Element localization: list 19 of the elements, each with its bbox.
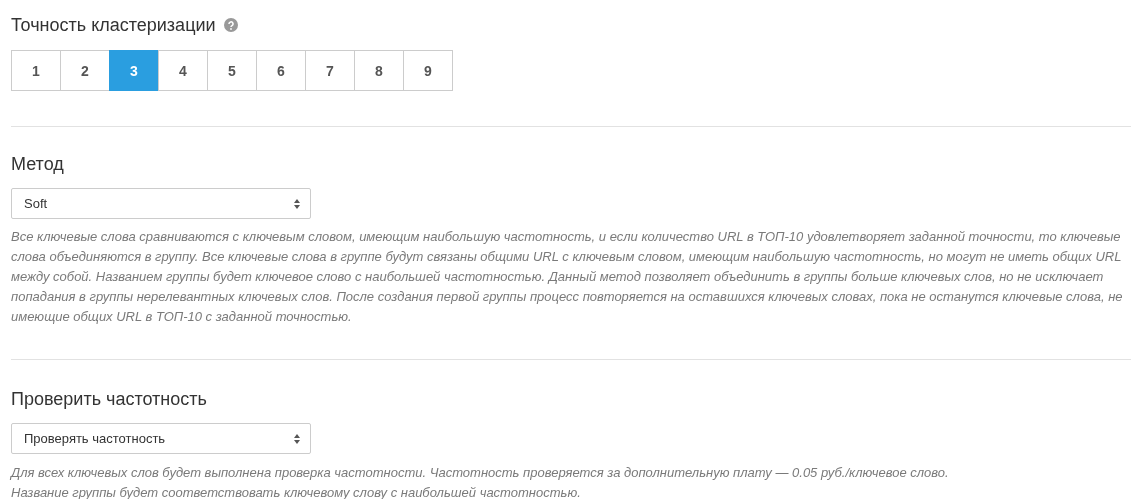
precision-option[interactable]: 1: [11, 50, 61, 91]
description-text: Название группы будет соответствовать ключевому слову с наибольшей частотностью.: [11, 484, 582, 499]
help-icon[interactable]: [223, 18, 238, 32]
section-heading: Точность кластеризации: [11, 14, 216, 36]
precision-option[interactable]: 5: [207, 50, 257, 91]
section-heading: Метод: [11, 152, 65, 176]
precision-option[interactable]: 9: [403, 50, 453, 91]
sort-caret-icon: [294, 433, 300, 444]
select-field[interactable]: Soft: [11, 188, 311, 219]
precision-option[interactable]: 2: [60, 50, 110, 91]
precision-option[interactable]: 7: [305, 50, 355, 91]
sort-caret-icon: [294, 198, 300, 209]
description-text: Для всех ключевых слов будет выполнена проверка частотности. Частотность проверяется за дополнительную плату — 0.05 руб./ключевое слово.: [11, 464, 950, 482]
precision-option[interactable]: 4: [158, 50, 208, 91]
precision-option[interactable]: 8: [354, 50, 404, 91]
select-field[interactable]: Проверять частотность: [11, 423, 311, 454]
description-text: Все ключевые слова сравниваются с ключевым словом, имеющим наибольшую частотность, и если количество URL в ТОП-10 удовлетворяет заданной точности, то ключевые слова объединяются в группу. Все ключевые слова в группе будут связаны общими URL с ключевым словом, имеющим наибольшую частотность, но могут не иметь общих URL между собой. Названием группы будет ключевое слово с наибольшей частотностью. Данный метод позволяет объединить в группы больше ключевых слов, но не исключает попадания в группы нерелевантных ключевых слов. После создания первой группы процесс повторяется на оставшихся ключевых словах, пока не останутся ключевые слова, не имеющие общих URL в ТОП-10 с заданной точностью.: [11, 228, 1124, 326]
section-heading: Проверить частотность: [11, 387, 208, 411]
precision-option[interactable]: 6: [256, 50, 306, 91]
